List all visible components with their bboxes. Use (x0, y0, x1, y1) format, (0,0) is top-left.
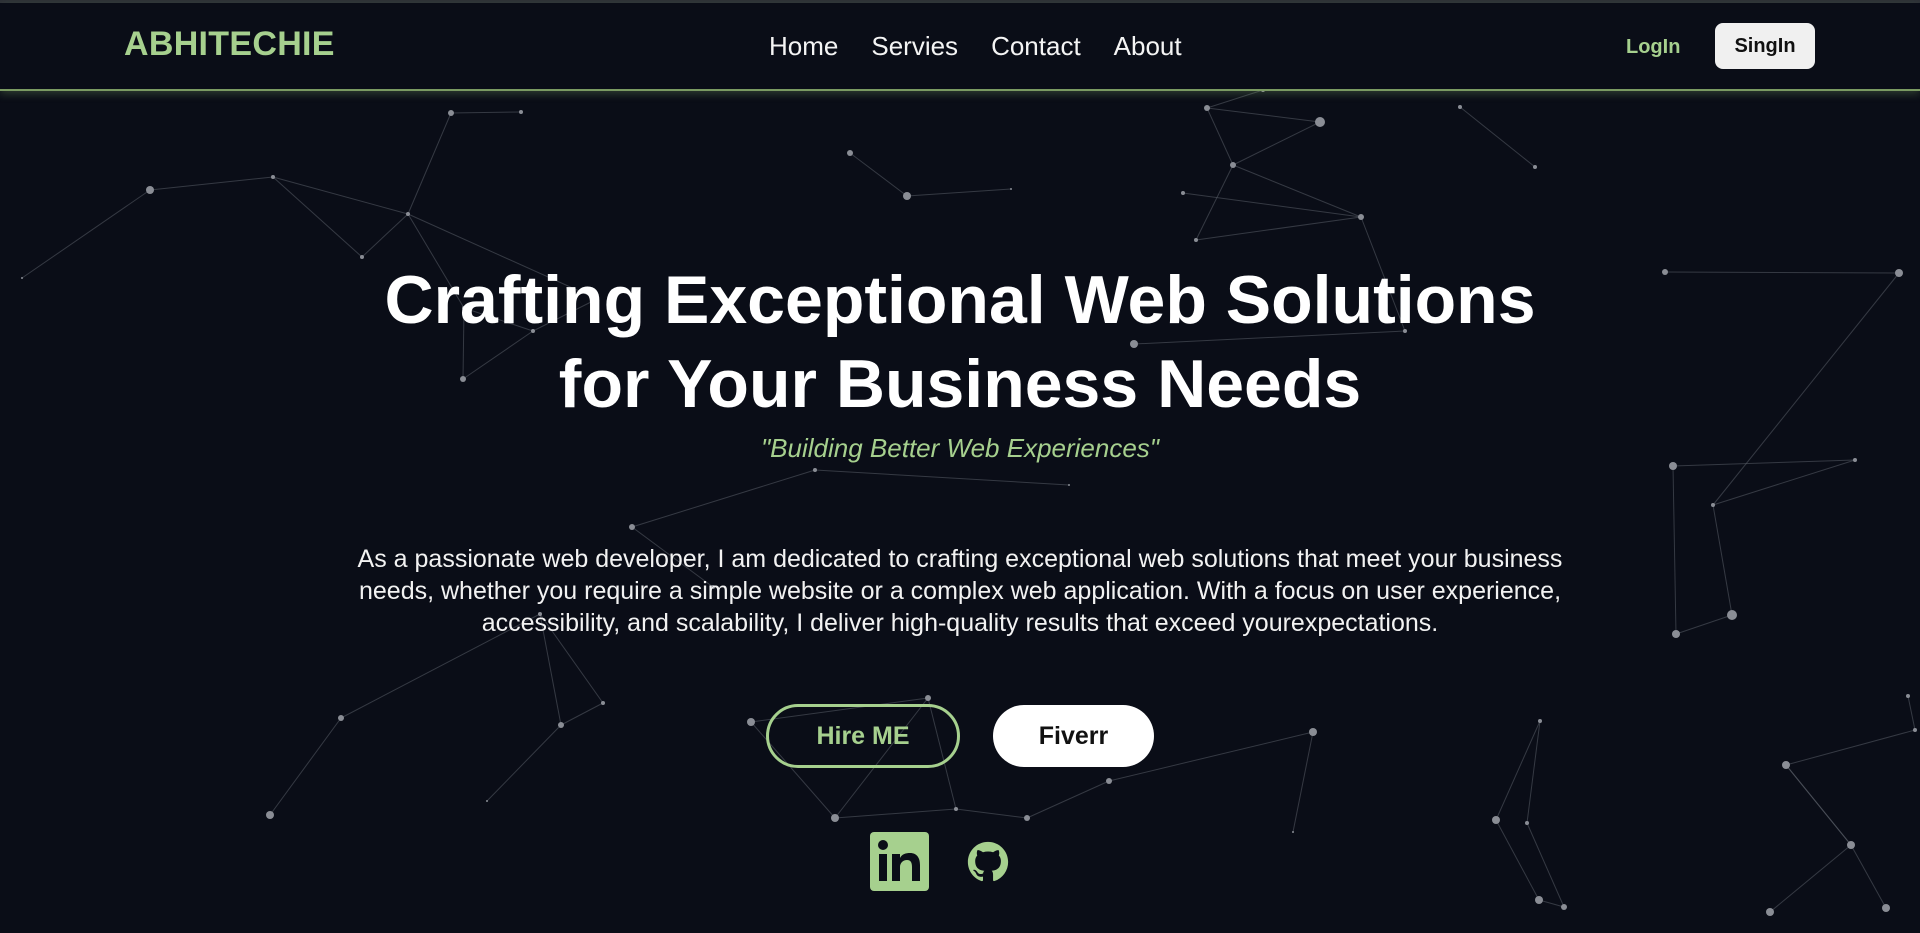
nav-link-home[interactable]: Home (769, 31, 838, 62)
signin-button[interactable]: SingIn (1715, 23, 1815, 69)
login-link[interactable]: LogIn (1626, 36, 1680, 59)
fiverr-button[interactable]: Fiverr (993, 705, 1154, 767)
hero-section: Crafting Exceptional Web Solutions for Y… (0, 0, 1920, 933)
brand-logo[interactable]: ABHITECHIE (124, 25, 335, 64)
nav-links: Home Servies Contact About (769, 31, 1182, 62)
headline-line-1: Crafting Exceptional Web Solutions (384, 262, 1536, 338)
github-icon[interactable] (967, 841, 1009, 888)
hero-headline: Crafting Exceptional Web Solutions for Y… (260, 258, 1660, 426)
hero-tagline: "Building Better Web Experiences" (760, 433, 1160, 463)
social-links (870, 832, 1009, 896)
linkedin-icon[interactable] (870, 832, 929, 896)
hire-me-button[interactable]: Hire ME (766, 704, 960, 768)
headline-line-2: for Your Business Needs (558, 346, 1362, 422)
nav-link-contact[interactable]: Contact (991, 31, 1081, 62)
page: ABHITECHIE Home Servies Contact About Lo… (0, 0, 1920, 933)
navbar: ABHITECHIE Home Servies Contact About Lo… (0, 3, 1920, 91)
hero-description: As a passionate web developer, I am dedi… (357, 545, 1563, 637)
nav-link-services[interactable]: Servies (871, 31, 958, 62)
nav-link-about[interactable]: About (1114, 31, 1182, 62)
